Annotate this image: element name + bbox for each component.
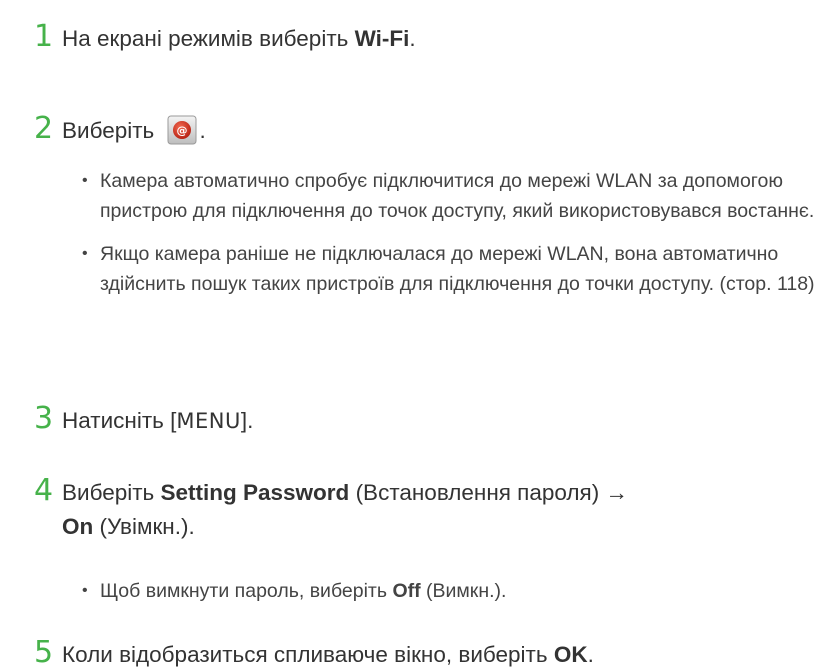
step-text: Натисніть [MENU]. [62, 404, 253, 438]
step-text: На екрані режимів виберіть Wi-Fi. [62, 22, 416, 56]
mode-name: Wi-Fi [354, 26, 410, 51]
step-2-notes: Камера автоматично спробує підключитися … [82, 166, 822, 299]
note-item: Щоб вимкнути пароль, виберіть Off (Вимкн… [82, 576, 822, 606]
step-text-part: Коли відобразиться спливаюче вікно, вибе… [62, 642, 554, 667]
step-text-part: На екрані режимів виберіть [62, 26, 355, 51]
option-name: Setting Password [160, 480, 350, 505]
step-text: Виберіть Setting Password (Встановлення … [62, 476, 628, 544]
step-text-part: Натисніть [ [62, 408, 177, 433]
step-number: 3 [34, 401, 54, 436]
step-text: Виберіть @. [62, 114, 206, 148]
menu-button-label: MENU [176, 409, 241, 433]
step-text-part: . [409, 26, 416, 51]
step-text-part: Виберіть [62, 480, 161, 505]
note-item: Якщо камера раніше не підключалася до ме… [82, 239, 822, 299]
wifi-email-icon: @ [167, 115, 197, 145]
note-text-part: (Вимкн.). [420, 580, 507, 602]
step-number: 1 [34, 19, 54, 54]
note-item: Камера автоматично спробує підключитися … [82, 166, 822, 226]
step-text: Коли відобразиться спливаюче вікно, вибе… [62, 638, 594, 672]
manual-page: 1 На екрані режимів виберіть Wi-Fi. 2 Ви… [0, 0, 837, 671]
step-text-part: (Встановлення пароля) → [349, 480, 628, 505]
step-text-part: ]. [240, 408, 254, 433]
svg-text:@: @ [176, 124, 187, 137]
step-text-part: . [587, 642, 594, 667]
step-number: 5 [34, 635, 54, 670]
step-text-part: (Увімкн.). [93, 514, 195, 539]
step-number: 4 [34, 473, 54, 508]
option-value: On [62, 514, 94, 539]
step-number: 2 [34, 111, 54, 146]
option-value: OK [553, 642, 588, 667]
step-text-part: . [199, 118, 206, 143]
option-value: Off [392, 580, 421, 602]
step-4-notes: Щоб вимкнути пароль, виберіть Off (Вимкн… [82, 576, 822, 606]
note-text-part: Щоб вимкнути пароль, виберіть [100, 580, 393, 602]
step-text-part: Виберіть [62, 118, 161, 143]
